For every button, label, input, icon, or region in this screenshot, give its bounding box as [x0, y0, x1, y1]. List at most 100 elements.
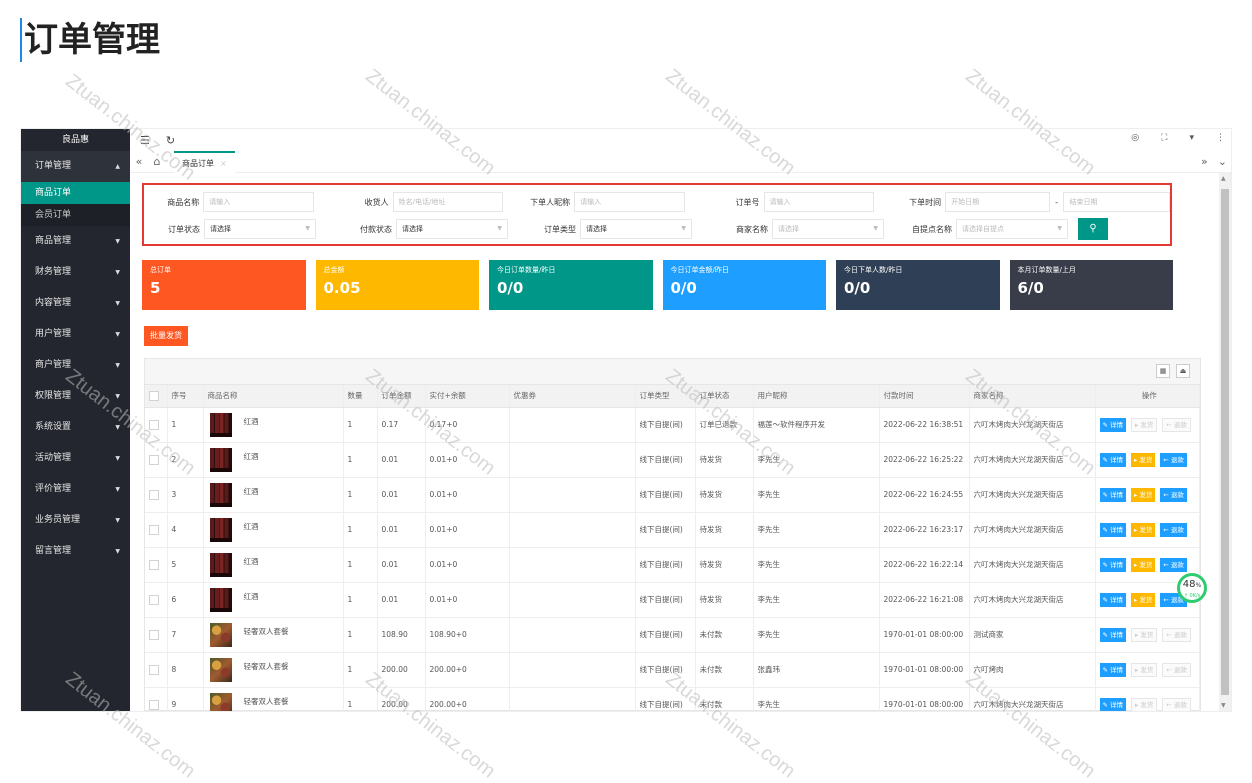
batch-ship-button[interactable]: 批量发货 [144, 326, 188, 346]
select-all-cell[interactable] [145, 385, 168, 408]
search-button[interactable]: ⚲ [1078, 218, 1108, 240]
row-checkbox[interactable] [149, 629, 159, 640]
refund-button[interactable]: ← 退款 [1160, 452, 1187, 467]
sidebar-item[interactable]: 订单管理 ▲ [21, 151, 130, 182]
sidebar-item[interactable]: 商户管理 ▼ [21, 350, 130, 381]
ship-button[interactable]: ▸ 发货 [1131, 522, 1156, 537]
tab-next-icon[interactable]: » [1201, 155, 1208, 168]
detail-button[interactable]: ✎ 详情 [1099, 487, 1127, 502]
ship-button[interactable]: ▸ 发货 [1131, 487, 1156, 502]
merchant-select[interactable]: 请选择 ▼ [772, 219, 884, 239]
chevron-down-icon: ▼ [115, 517, 120, 524]
row-select-cell[interactable] [145, 582, 168, 618]
row-select-cell[interactable] [145, 442, 168, 478]
theme-icon[interactable]: ◎ [1131, 133, 1139, 143]
ship-button[interactable]: ▸ 发货 [1131, 697, 1158, 711]
row-checkbox[interactable] [149, 489, 159, 500]
row-select-cell[interactable] [145, 547, 168, 583]
detail-button[interactable]: ✎ 详情 [1099, 662, 1127, 677]
refund-button[interactable]: ← 退款 [1162, 417, 1191, 432]
tab-product-orders[interactable]: 商品订单 × [174, 150, 235, 173]
order-time-start[interactable]: 开始日期 [945, 192, 1050, 212]
detail-button[interactable]: ✎ 详情 [1099, 452, 1127, 467]
sidebar-item[interactable]: 财务管理 ▼ [21, 257, 130, 288]
row-checkbox[interactable] [149, 559, 159, 570]
more-icon[interactable]: ⋮ [1216, 133, 1225, 143]
tab-close-icon[interactable]: × [220, 159, 227, 168]
row-select-cell[interactable] [145, 477, 168, 513]
row-select-cell[interactable] [145, 617, 168, 653]
receiver-input[interactable]: 姓名/电话/地址 [392, 192, 504, 212]
row-checkbox[interactable] [149, 699, 159, 710]
columns-icon[interactable]: ▦ [1156, 364, 1170, 378]
row-checkbox[interactable] [149, 454, 159, 465]
page-scrollbar[interactable]: ▲ ▼ [1219, 173, 1231, 711]
ship-button[interactable]: ▸ 发货 [1131, 557, 1156, 572]
detail-button[interactable]: ✎ 详情 [1099, 697, 1127, 711]
menu-toggle-icon[interactable]: ☰ [140, 134, 150, 147]
cell-paid: 0.17+0 [425, 407, 510, 443]
row-select-cell[interactable] [145, 407, 168, 443]
pay-status-select[interactable]: 请选择 ▼ [396, 219, 508, 239]
export-icon[interactable]: ⏏ [1176, 364, 1190, 378]
ship-button[interactable]: ▸ 发货 [1131, 452, 1156, 467]
row-select-cell[interactable] [145, 687, 168, 711]
chevron-up-icon: ▲ [115, 163, 120, 170]
table-row: 1 红酒 1 0.17 0.17+0 线下自提(间) 订单已退款 福莲～软件程序开发 2022-… [145, 407, 1200, 443]
product-name-input[interactable]: 请输入 [203, 192, 314, 212]
scroll-up-icon[interactable]: ▲ [1221, 175, 1226, 182]
ship-button[interactable]: ▸ 发货 [1131, 417, 1158, 432]
row-checkbox[interactable] [149, 524, 159, 535]
row-checkbox[interactable] [149, 419, 159, 430]
refresh-icon[interactable]: ↻ [166, 134, 175, 147]
scrollbar-thumb[interactable] [1221, 189, 1229, 695]
sidebar-item[interactable]: 评价管理 ▼ [21, 474, 130, 505]
refund-button[interactable]: ← 退款 [1160, 557, 1187, 572]
select-all-checkbox[interactable] [149, 390, 159, 401]
tabbar: « ⌂ 商品订单 × » ⌄ [130, 150, 1231, 173]
detail-button[interactable]: ✎ 详情 [1099, 557, 1127, 572]
cell-paid: 200.00+0 [425, 687, 510, 711]
order-no-input[interactable]: 请输入 [763, 192, 875, 212]
sidebar-item[interactable]: 权限管理 ▼ [21, 381, 130, 412]
order-status-select[interactable]: 请选择 ▼ [204, 219, 316, 239]
sidebar-subitem[interactable]: 商品订单 [21, 182, 130, 204]
cell-status: 未付款 [695, 687, 754, 711]
sidebar-item[interactable]: 活动管理 ▼ [21, 443, 130, 474]
detail-button[interactable]: ✎ 详情 [1099, 522, 1127, 537]
pickup-select[interactable]: 请选择自提点 ▼ [956, 219, 1068, 239]
sidebar-item[interactable]: 商品管理 ▼ [21, 226, 130, 257]
row-select-cell[interactable] [145, 512, 168, 548]
buyer-nick-input[interactable]: 请输入 [574, 192, 685, 212]
scroll-down-icon[interactable]: ▼ [1221, 702, 1226, 709]
home-icon[interactable]: ⌂ [148, 155, 166, 168]
refund-button[interactable]: ← 退款 [1160, 522, 1187, 537]
sidebar-item[interactable]: 内容管理 ▼ [21, 288, 130, 319]
sidebar-item[interactable]: 系统设置 ▼ [21, 412, 130, 443]
refund-button[interactable]: ← 退款 [1162, 662, 1191, 677]
row-checkbox[interactable] [149, 664, 159, 675]
ship-button[interactable]: ▸ 发货 [1131, 592, 1156, 607]
sidebar-item[interactable]: 留言管理 ▼ [21, 536, 130, 567]
row-select-cell[interactable] [145, 652, 168, 688]
cell-qty: 1 [343, 582, 378, 618]
sidebar-subitem[interactable]: 会员订单 [21, 204, 130, 226]
row-checkbox[interactable] [149, 594, 159, 605]
tab-options-icon[interactable]: ⌄ [1218, 155, 1227, 168]
sidebar-item[interactable]: 业务员管理 ▼ [21, 505, 130, 536]
ship-button[interactable]: ▸ 发货 [1131, 662, 1158, 677]
ship-button[interactable]: ▸ 发货 [1131, 627, 1158, 642]
refund-button[interactable]: ← 退款 [1162, 627, 1191, 642]
tab-prev-icon[interactable]: « [130, 155, 148, 168]
refund-button[interactable]: ← 退款 [1160, 487, 1187, 502]
detail-button[interactable]: ✎ 详情 [1099, 417, 1127, 432]
fullscreen-icon[interactable]: ⛶ [1161, 133, 1167, 143]
detail-button[interactable]: ✎ 详情 [1099, 592, 1127, 607]
sidebar-item[interactable]: 用户管理 ▼ [21, 319, 130, 350]
user-dropdown-icon[interactable]: ▾ [1189, 133, 1194, 143]
order-type-select[interactable]: 请选择 ▼ [580, 219, 692, 239]
detail-button[interactable]: ✎ 详情 [1099, 627, 1127, 642]
stat-card: 今日下单人数/昨日 0/0 [836, 260, 1000, 310]
order-time-end[interactable]: 结束日期 [1063, 192, 1170, 212]
refund-button[interactable]: ← 退款 [1162, 697, 1191, 711]
